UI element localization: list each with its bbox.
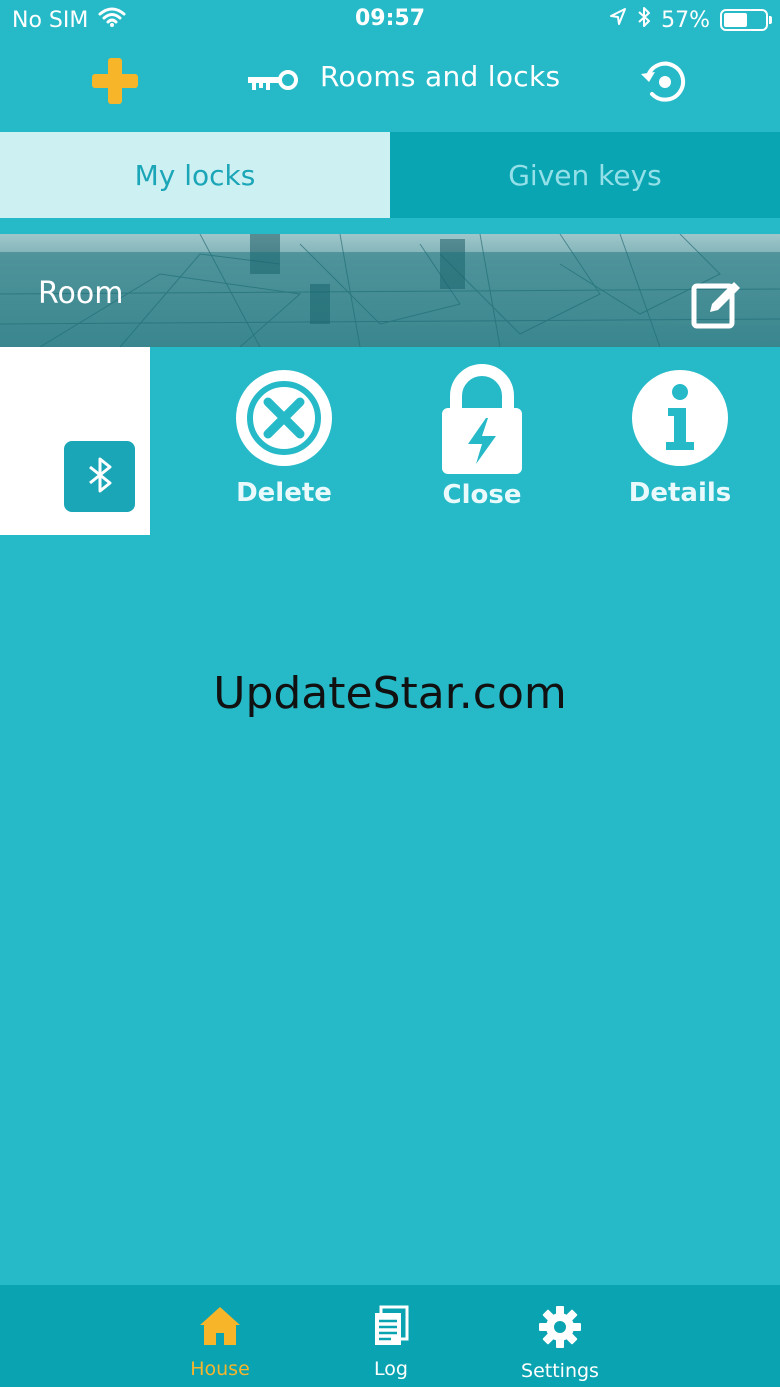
log-icon bbox=[375, 1305, 409, 1345]
close-circle-icon bbox=[236, 370, 332, 466]
bluetooth-icon bbox=[85, 456, 115, 498]
tab-bar-label-log: Log bbox=[374, 1358, 408, 1380]
edit-icon[interactable] bbox=[690, 278, 742, 330]
tab-bar-item-settings[interactable]: Settings bbox=[490, 1305, 630, 1382]
details-button[interactable]: Details bbox=[610, 368, 750, 508]
status-bar: No SIM 09:57 57% bbox=[0, 0, 780, 40]
tab-my-locks[interactable]: My locks bbox=[0, 132, 390, 218]
status-right: 57% bbox=[609, 6, 772, 34]
nav-bar: Rooms and locks bbox=[0, 40, 780, 132]
details-label: Details bbox=[628, 478, 732, 508]
watermark: UpdateStar.com bbox=[213, 668, 567, 719]
tab-bar-label-house: House bbox=[190, 1358, 250, 1380]
nav-title: Rooms and locks bbox=[320, 60, 561, 93]
tab-bar-item-house[interactable]: House bbox=[150, 1305, 290, 1380]
lock-cell[interactable] bbox=[0, 347, 150, 535]
delete-button[interactable]: Delete bbox=[214, 368, 354, 508]
plus-icon[interactable] bbox=[90, 56, 140, 106]
delete-label: Delete bbox=[236, 478, 332, 508]
battery-percent: 57% bbox=[661, 7, 710, 33]
tab-bar-item-log[interactable]: Log bbox=[321, 1305, 461, 1380]
house-icon bbox=[200, 1307, 240, 1345]
sync-icon[interactable] bbox=[638, 56, 690, 108]
info-icon bbox=[632, 370, 728, 466]
room-name: Room bbox=[38, 276, 124, 311]
bluetooth-button[interactable] bbox=[64, 441, 135, 512]
tab-given-keys[interactable]: Given keys bbox=[390, 132, 780, 218]
key-icon bbox=[246, 66, 300, 96]
lock-bolt-icon bbox=[442, 364, 522, 474]
tab-given-keys-label: Given keys bbox=[508, 158, 662, 192]
tab-bar: House Log Settings bbox=[0, 1285, 780, 1387]
location-arrow-icon bbox=[609, 7, 627, 33]
close-label: Close bbox=[442, 480, 522, 510]
tab-my-locks-label: My locks bbox=[134, 158, 256, 192]
battery-icon bbox=[720, 9, 772, 31]
bluetooth-status-icon bbox=[637, 6, 651, 34]
battery-level bbox=[724, 13, 747, 27]
close-lock-button[interactable]: Close bbox=[412, 364, 552, 510]
room-banner: Room bbox=[0, 234, 780, 347]
gear-icon bbox=[539, 1306, 581, 1348]
tab-bar-label-settings: Settings bbox=[521, 1360, 599, 1382]
